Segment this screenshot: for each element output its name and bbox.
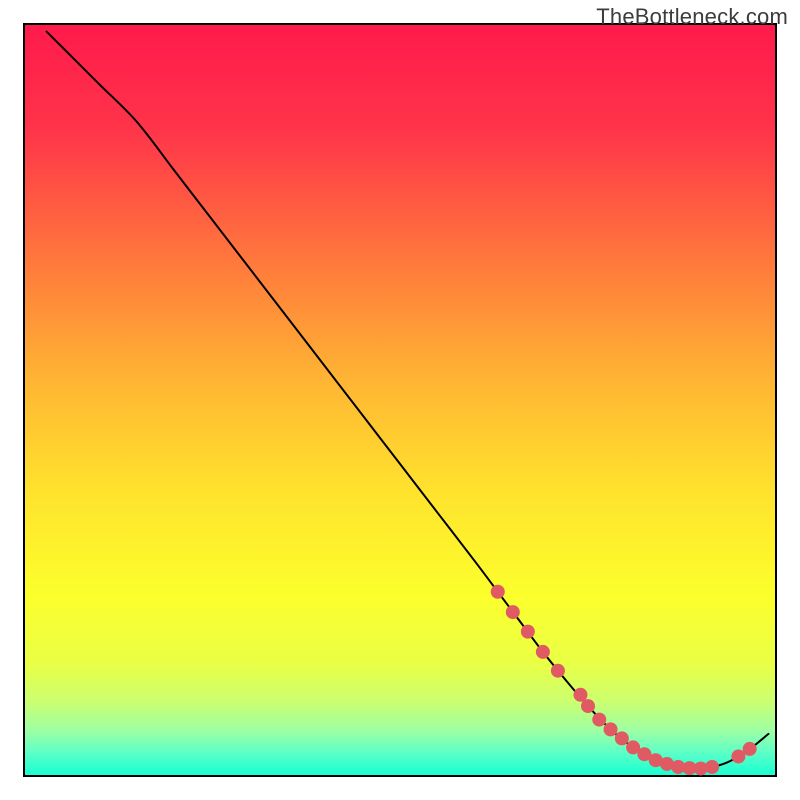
data-point <box>551 664 565 678</box>
data-point <box>581 699 595 713</box>
chart-container: TheBottleneck.com <box>0 0 800 800</box>
data-point <box>743 742 757 756</box>
data-point <box>615 731 629 745</box>
data-point <box>521 625 535 639</box>
data-point <box>604 722 618 736</box>
watermark-text: TheBottleneck.com <box>596 4 788 30</box>
data-point <box>592 713 606 727</box>
plot-background <box>24 24 776 776</box>
data-point <box>705 760 719 774</box>
bottleneck-chart <box>0 0 800 800</box>
data-point <box>491 585 505 599</box>
data-point <box>536 645 550 659</box>
data-point <box>506 605 520 619</box>
